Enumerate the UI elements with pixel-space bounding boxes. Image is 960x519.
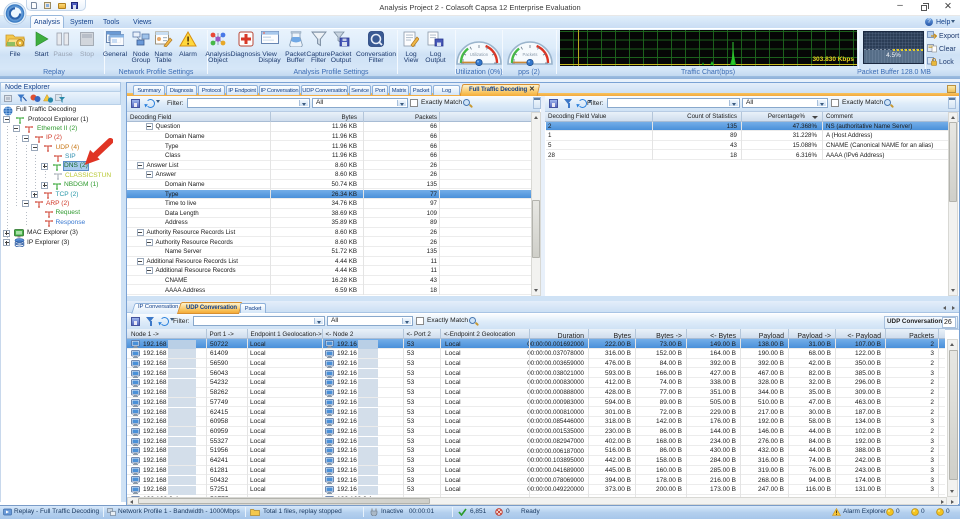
svg-text:Utilization: Utilization [470,52,489,57]
svg-text:Packets: Packets [523,52,538,57]
